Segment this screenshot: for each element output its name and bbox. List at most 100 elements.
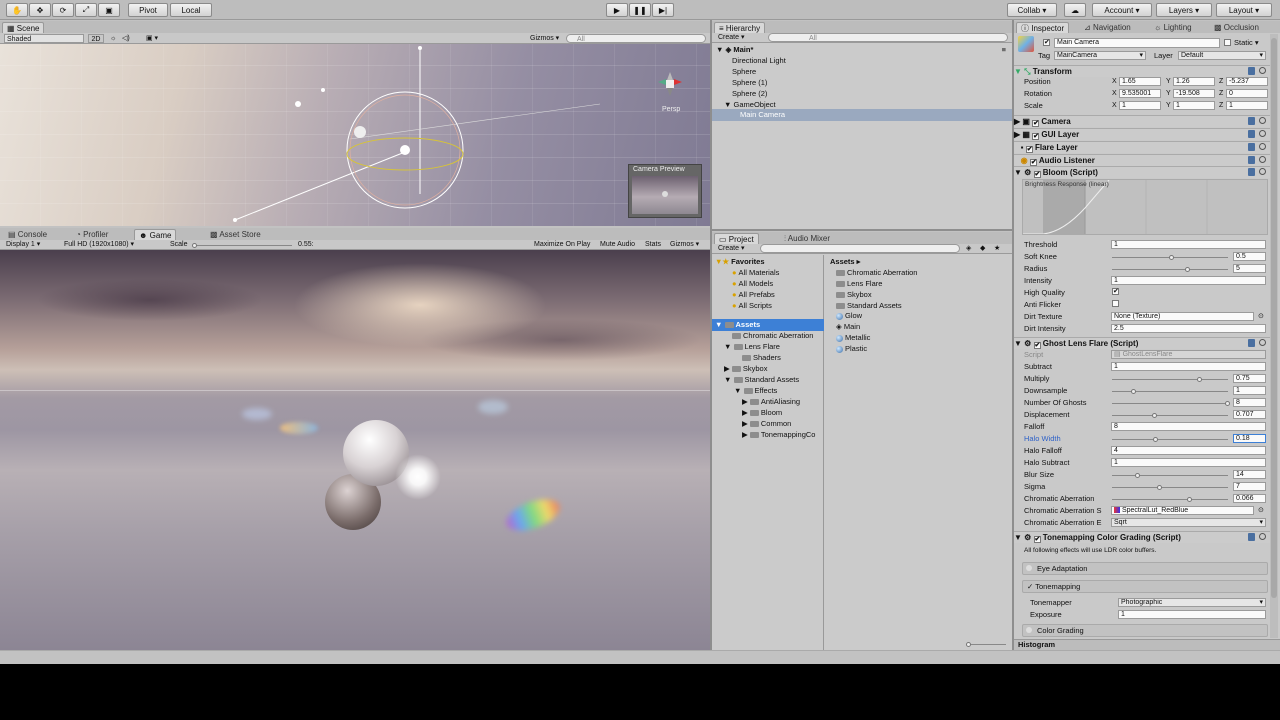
ghost-property-slider[interactable] bbox=[1112, 377, 1228, 382]
display-dropdown[interactable]: Display 1 ▾ bbox=[6, 240, 40, 249]
tab-asset-store[interactable]: ▩ Asset Store bbox=[206, 229, 265, 240]
hierarchy-item-selected[interactable]: Main Camera bbox=[712, 109, 1012, 121]
tonemapping-checkbox[interactable]: ✔ bbox=[1033, 536, 1041, 543]
threshold-field[interactable]: 1 bbox=[1111, 240, 1266, 249]
play-button[interactable]: ▶ bbox=[606, 3, 628, 17]
splitter-horizontal[interactable] bbox=[712, 229, 1012, 231]
settings-gear-icon[interactable] bbox=[1259, 143, 1266, 150]
anti-flicker-checkbox[interactable] bbox=[1112, 300, 1119, 307]
inspector-scrollbar[interactable] bbox=[1270, 34, 1278, 638]
ghost-property-field[interactable]: 14 bbox=[1233, 470, 1266, 479]
dirt-texture-field[interactable]: None (Texture) bbox=[1111, 312, 1254, 321]
pause-button[interactable]: ❚❚ bbox=[629, 3, 651, 17]
ghost-property-field[interactable]: 0.707 bbox=[1233, 410, 1266, 419]
settings-gear-icon[interactable] bbox=[1259, 156, 1266, 163]
object-picker-icon[interactable]: ⊙ bbox=[1258, 506, 1264, 514]
settings-gear-icon[interactable] bbox=[1259, 339, 1266, 346]
soft-knee-field[interactable]: 0.5 bbox=[1233, 252, 1266, 261]
local-button[interactable]: Local bbox=[170, 3, 212, 17]
icon-size-slider[interactable] bbox=[966, 642, 1006, 647]
active-checkbox[interactable]: ✔ bbox=[1043, 39, 1050, 46]
hand-tool-button[interactable]: ✋ bbox=[6, 3, 28, 17]
game-viewport[interactable] bbox=[0, 250, 710, 650]
intensity-field[interactable]: 1 bbox=[1111, 276, 1266, 285]
ghost-property-field[interactable]: 1 bbox=[1233, 386, 1266, 395]
help-book-icon[interactable] bbox=[1248, 143, 1255, 151]
project-create-button[interactable]: Create ▾ bbox=[718, 244, 744, 253]
transform-header[interactable]: ▼ ⤡ Transform bbox=[1014, 65, 1270, 77]
tab-console[interactable]: ▤ Console bbox=[4, 229, 51, 240]
icon-size-knob[interactable] bbox=[966, 642, 971, 647]
settings-gear-icon[interactable] bbox=[1259, 130, 1266, 137]
ghost-property-field[interactable]: 8 bbox=[1233, 398, 1266, 407]
radius-slider[interactable] bbox=[1112, 267, 1228, 272]
tab-inspector[interactable]: ⓘ Inspector bbox=[1016, 22, 1070, 33]
ghost-property-slider[interactable] bbox=[1112, 413, 1228, 418]
rotate-tool-button[interactable]: ⟳ bbox=[52, 3, 74, 17]
filter-label-icon[interactable]: ◆ bbox=[980, 244, 985, 253]
help-book-icon[interactable] bbox=[1248, 339, 1255, 347]
ghost-property-field[interactable]: 0.066 bbox=[1233, 494, 1266, 503]
ghost-property-slider[interactable] bbox=[1112, 473, 1228, 478]
static-dropdown[interactable]: Static ▾ bbox=[1234, 38, 1259, 47]
help-book-icon[interactable] bbox=[1248, 117, 1255, 125]
collab-button[interactable]: Collab ▾ bbox=[1007, 3, 1057, 17]
ghost-property-slider[interactable] bbox=[1112, 485, 1228, 490]
bloom-header[interactable]: ▼ ⚙ ✔ Bloom (Script) bbox=[1014, 166, 1270, 178]
gui-layer-checkbox[interactable]: ✔ bbox=[1032, 133, 1040, 140]
dirt-intensity-field[interactable]: 2.5 bbox=[1111, 324, 1266, 333]
help-book-icon[interactable] bbox=[1248, 130, 1255, 138]
ca-type-dropdown[interactable]: Sqrt ▾ bbox=[1111, 518, 1266, 527]
camera-enabled-checkbox[interactable]: ✔ bbox=[1032, 120, 1040, 127]
scene-search-input[interactable]: All bbox=[566, 34, 706, 43]
ghost-property-slider[interactable] bbox=[1112, 401, 1230, 406]
step-button[interactable]: ▶| bbox=[652, 3, 674, 17]
audio-toggle-icon[interactable]: ◁) bbox=[122, 34, 130, 43]
move-tool-button[interactable]: ✥ bbox=[29, 3, 51, 17]
gui-layer-header[interactable]: ▶ ▦ ✔ GUI Layer bbox=[1014, 128, 1270, 140]
settings-gear-icon[interactable] bbox=[1259, 533, 1266, 540]
mute-audio-toggle[interactable]: Mute Audio bbox=[600, 240, 635, 249]
tab-project[interactable]: ▭ Project bbox=[714, 233, 759, 244]
soft-knee-slider[interactable] bbox=[1112, 255, 1228, 260]
flare-layer-header[interactable]: ▪ ✔ Flare Layer bbox=[1014, 141, 1270, 153]
exposure-field[interactable]: 1 bbox=[1118, 610, 1266, 619]
position-z-field[interactable]: -5.237 bbox=[1226, 77, 1268, 86]
pivot-button[interactable]: Pivot bbox=[128, 3, 168, 17]
cloud-button[interactable]: ☁ bbox=[1064, 3, 1086, 17]
radius-field[interactable]: 5 bbox=[1233, 264, 1266, 273]
effects-toggle-icon[interactable]: ▣ ▾ bbox=[146, 34, 158, 43]
static-checkbox[interactable] bbox=[1224, 39, 1231, 46]
tonemapper-dropdown[interactable]: Photographic ▾ bbox=[1118, 598, 1266, 607]
audio-listener-header[interactable]: ◉ ✔ Audio Listener bbox=[1014, 154, 1270, 166]
layout-button[interactable]: Layout ▾ bbox=[1216, 3, 1272, 17]
scene-viewport[interactable]: Persp Camera Preview bbox=[0, 44, 710, 226]
scale-slider[interactable] bbox=[192, 243, 292, 248]
camera-component-header[interactable]: ▶ ▣ ✔ Camera bbox=[1014, 115, 1270, 127]
filter-type-icon[interactable]: ◈ bbox=[966, 244, 971, 253]
scale-x-field[interactable]: 1 bbox=[1119, 101, 1161, 110]
tab-profiler[interactable]: ◔ Profiler bbox=[72, 229, 112, 240]
stats-toggle[interactable]: Stats bbox=[645, 240, 661, 249]
tab-game[interactable]: ☻ Game bbox=[134, 229, 177, 240]
toggle-dot-icon[interactable] bbox=[1026, 627, 1032, 633]
ghost-lens-flare-header[interactable]: ▼ ⚙ ✔ Ghost Lens Flare (Script) bbox=[1014, 337, 1270, 349]
inspector-scrollbar-thumb[interactable] bbox=[1271, 38, 1277, 598]
object-picker-icon[interactable]: ⊙ bbox=[1258, 312, 1264, 320]
scale-slider-knob[interactable] bbox=[192, 243, 197, 248]
scale-z-field[interactable]: 1 bbox=[1226, 101, 1268, 110]
flare-layer-checkbox[interactable]: ✔ bbox=[1025, 146, 1033, 153]
help-book-icon[interactable] bbox=[1248, 67, 1255, 75]
ca-spectral-field[interactable]: SpectralLut_RedBlue bbox=[1111, 506, 1254, 515]
asset-item[interactable]: Plastic bbox=[826, 343, 1012, 355]
tab-lighting[interactable]: ☼ Lighting bbox=[1150, 22, 1196, 33]
toggle-dot-icon[interactable] bbox=[1026, 565, 1032, 571]
ghost-property-slider[interactable] bbox=[1112, 437, 1228, 442]
resolution-dropdown[interactable]: Full HD (1920x1080) ▾ bbox=[64, 240, 134, 249]
ghost-property-field[interactable]: 7 bbox=[1233, 482, 1266, 491]
settings-gear-icon[interactable] bbox=[1259, 168, 1266, 175]
help-book-icon[interactable] bbox=[1248, 156, 1255, 164]
layer-dropdown[interactable]: Default ▾ bbox=[1178, 51, 1266, 60]
ghost-property-knob[interactable] bbox=[1151, 413, 1157, 418]
ghost-property-knob[interactable] bbox=[1152, 437, 1158, 442]
